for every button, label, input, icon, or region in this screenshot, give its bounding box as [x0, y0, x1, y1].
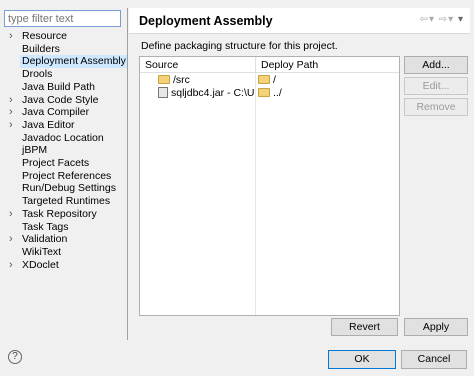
tree-item-label: Run/Debug Settings — [22, 182, 116, 195]
tree-item-label: Resource — [22, 30, 67, 42]
view-menu-icon[interactable]: ▾ — [458, 14, 464, 25]
chevron-right-icon[interactable]: › — [9, 94, 17, 107]
tree-item-label: Javadoc Location — [22, 131, 104, 144]
deploy-path-text: / — [273, 74, 276, 86]
tree-item-label: Validation — [22, 233, 68, 246]
tree-item-label: Java Compiler — [22, 106, 90, 119]
column-header-deploy-path[interactable]: Deploy Path — [256, 57, 399, 73]
deploy-path-cell: / — [258, 74, 398, 87]
tree-item-label: Java Editor — [22, 118, 75, 131]
tree-item-label: jBPM — [22, 144, 48, 157]
source-text: /src — [173, 74, 190, 86]
source-text: sqljdbc4.jar - C:\Users — [171, 87, 254, 99]
table-row[interactable]: sqljdbc4.jar - C:\Users ../ — [140, 87, 399, 100]
page-title: Deployment Assembly — [139, 14, 273, 28]
column-divider — [255, 73, 256, 315]
history-nav: ⇦▾ ⇨▾ ▾ — [420, 14, 464, 25]
tree-item-label: XDoclet — [22, 258, 59, 271]
chevron-right-icon[interactable]: › — [9, 106, 17, 119]
table-row[interactable]: /src / — [140, 74, 399, 87]
tree-item-label: Builders — [22, 42, 60, 55]
tree-item-label: Project Facets — [22, 157, 90, 169]
assembly-table: Source Deploy Path /src / sqljdbc4.jar - C… — [139, 56, 400, 316]
tree-item-label: Task Repository — [22, 207, 97, 220]
chevron-right-icon[interactable]: › — [9, 119, 17, 132]
forward-arrow-icon[interactable]: ⇨ — [439, 14, 448, 25]
column-header-source[interactable]: Source — [140, 57, 256, 73]
edit-button[interactable]: Edit... — [404, 77, 468, 95]
tree-item-label: Targeted Runtimes — [22, 195, 111, 208]
properties-tree: › Resource Builders Deployment Assembly Droo… — [4, 30, 128, 340]
jar-icon — [158, 87, 168, 98]
tree-item-label: Drools — [22, 68, 53, 81]
help-icon[interactable]: ? — [8, 350, 22, 364]
chevron-right-icon[interactable]: › — [9, 30, 17, 43]
tree-item-label: Deployment Assembly — [20, 55, 128, 69]
chevron-right-icon[interactable]: › — [9, 233, 17, 246]
source-cell: sqljdbc4.jar - C:\Users — [158, 87, 254, 100]
remove-button[interactable]: Remove — [404, 98, 468, 116]
filter-input[interactable] — [4, 10, 121, 27]
back-arrow-icon[interactable]: ⇦ — [420, 14, 429, 25]
folder-icon — [158, 74, 170, 84]
chevron-down-icon[interactable]: ▾ — [429, 14, 435, 25]
ok-button[interactable]: OK — [328, 350, 396, 369]
folder-icon — [258, 74, 270, 84]
page-description: Define packaging structure for this proj… — [141, 40, 338, 52]
add-button[interactable]: Add... — [404, 56, 468, 74]
source-cell: /src — [158, 74, 254, 87]
deploy-path-cell: ../ — [258, 87, 398, 100]
tree-item-label: Java Code Style — [22, 93, 99, 106]
revert-button[interactable]: Revert — [331, 318, 398, 336]
page-header: Deployment Assembly ⇦▾ ⇨▾ ▾ — [129, 8, 470, 34]
tree-item-label: Project References — [22, 169, 112, 182]
deploy-path-text: ../ — [273, 87, 282, 99]
chevron-right-icon[interactable]: › — [9, 259, 17, 272]
sash-divider[interactable] — [127, 8, 128, 340]
tree-item-label: Task Tags — [22, 220, 69, 233]
apply-button[interactable]: Apply — [404, 318, 468, 336]
tree-item-label: Java Build Path — [22, 80, 95, 93]
folder-icon — [258, 87, 270, 97]
window-top-strip — [0, 0, 474, 7]
chevron-down-icon[interactable]: ▾ — [448, 14, 454, 25]
chevron-right-icon[interactable]: › — [9, 208, 17, 221]
tree-item-label: WikiText — [22, 245, 62, 258]
cancel-button[interactable]: Cancel — [401, 350, 467, 369]
